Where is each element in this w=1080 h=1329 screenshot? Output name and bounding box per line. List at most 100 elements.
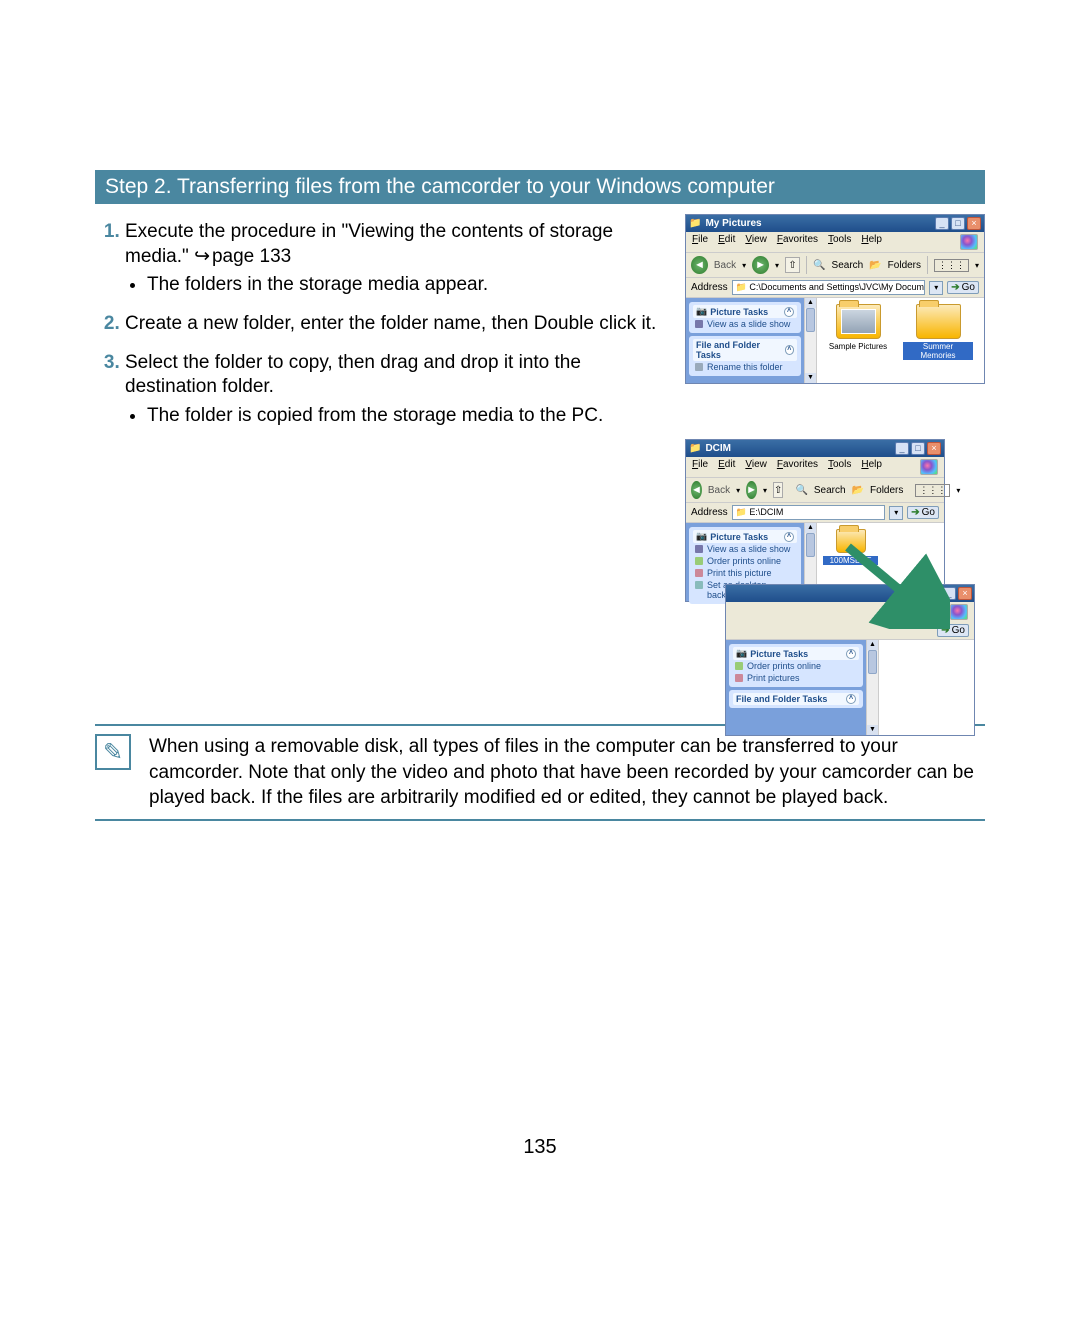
forward-button[interactable]: ► xyxy=(746,481,757,499)
back-label: Back xyxy=(708,485,730,496)
folder-icon: 📁 xyxy=(689,443,701,454)
menu-help[interactable]: Help xyxy=(861,234,882,250)
address-label: Address xyxy=(691,282,728,293)
menu-bar: File Edit View Favorites Tools Help xyxy=(686,232,984,252)
search-button[interactable]: Search xyxy=(814,485,846,496)
folders-icon xyxy=(852,485,864,496)
go-button[interactable]: ➔ Go xyxy=(907,506,939,519)
page-ref-link: page 133 xyxy=(194,246,291,267)
minimize-button[interactable]: _ xyxy=(935,217,949,230)
step-1-bullet-1: The folders in the storage media appear. xyxy=(147,273,665,298)
vertical-scrollbar[interactable]: ▲▼ xyxy=(867,640,879,735)
folder-icon: 📁 xyxy=(689,218,701,229)
window-title: DCIM xyxy=(705,443,891,454)
menu-edit[interactable]: Edit xyxy=(718,459,735,475)
address-dropdown[interactable]: ▾ xyxy=(889,506,903,520)
title-bar[interactable]: 📁 DCIM _ □ × xyxy=(686,440,944,457)
step-3-bullet-1: The folder is copied from the storage me… xyxy=(147,404,665,429)
note-box: ✎ When using a removable disk, all types… xyxy=(95,724,985,821)
file-folder-tasks-header[interactable]: File and Folder Tasks ˄ xyxy=(693,339,797,361)
go-arrow-icon: ➔ xyxy=(911,507,919,518)
collapse-icon[interactable]: ˄ xyxy=(785,345,794,355)
title-bar[interactable]: 📁 My Pictures _ □ × xyxy=(686,215,984,232)
menu-tools[interactable]: Tools xyxy=(828,459,851,475)
view-slideshow-link[interactable]: View as a slide show xyxy=(693,318,797,330)
file-folder-tasks-header[interactable]: File and Folder Tasks ˄ xyxy=(733,693,859,705)
search-icon xyxy=(795,485,807,496)
go-arrow-icon: ➔ xyxy=(951,282,959,293)
picture-tasks-header[interactable]: 📷Picture Tasks ˄ xyxy=(693,305,797,318)
menu-help[interactable]: Help xyxy=(861,459,882,475)
close-button[interactable]: × xyxy=(958,587,972,600)
toolbar: ◄ Back ▾ ► ▾ ⇧ Search Folders ⋮⋮⋮ ▾ xyxy=(686,477,944,503)
menu-favorites[interactable]: Favorites xyxy=(777,234,818,250)
address-bar: Address 📁 C:\Documents and Settings\JVC\… xyxy=(686,278,984,298)
menu-bar xyxy=(726,602,974,622)
rename-folder-link[interactable]: Rename this folder xyxy=(693,361,797,373)
print-picture-link[interactable]: Print this picture xyxy=(693,567,797,579)
up-button[interactable]: ⇧ xyxy=(785,257,800,273)
menu-view[interactable]: View xyxy=(745,459,767,475)
note-text: When using a removable disk, all types o… xyxy=(149,734,985,811)
step-3-text: Select the folder to copy, then drag and… xyxy=(125,352,581,398)
close-button[interactable]: × xyxy=(967,217,981,230)
folders-button[interactable]: Folders xyxy=(870,485,903,496)
picture-tasks-header[interactable]: 📷Picture Tasks ˄ xyxy=(693,530,797,543)
views-button[interactable]: ⋮⋮⋮ xyxy=(915,484,950,497)
folder-sample-pictures[interactable]: Sample Pictures xyxy=(823,304,893,377)
windows-logo-icon xyxy=(950,604,968,620)
close-button[interactable]: × xyxy=(927,442,941,455)
search-button[interactable]: Search xyxy=(832,260,864,271)
menu-bar: File Edit View Favorites Tools Help xyxy=(686,457,944,477)
up-button[interactable]: ⇧ xyxy=(773,482,783,498)
maximize-button[interactable]: □ xyxy=(911,442,925,455)
folder-content-area[interactable]: ▲▼ Sample Pictures Summer Memories xyxy=(804,298,984,383)
menu-view[interactable]: View xyxy=(745,234,767,250)
folders-button[interactable]: Folders xyxy=(888,260,921,271)
order-prints-link[interactable]: Order prints online xyxy=(693,555,797,567)
go-button[interactable]: ➔ Go xyxy=(947,281,979,294)
go-button[interactable]: ➔ Go xyxy=(937,624,969,637)
view-slideshow-link[interactable]: View as a slide show xyxy=(693,543,797,555)
title-bar[interactable]: _ × xyxy=(726,585,974,602)
picture-tasks-header[interactable]: 📷Picture Tasks ˄ xyxy=(733,647,859,660)
step-3: Select the folder to copy, then drag and… xyxy=(125,351,665,429)
vertical-scrollbar[interactable]: ▲▼ xyxy=(805,298,817,383)
minimize-button[interactable]: _ xyxy=(895,442,909,455)
menu-edit[interactable]: Edit xyxy=(718,234,735,250)
order-prints-link[interactable]: Order prints online xyxy=(733,660,859,672)
back-button[interactable]: ◄ xyxy=(691,256,708,274)
collapse-icon[interactable]: ˄ xyxy=(846,649,856,659)
back-button[interactable]: ◄ xyxy=(691,481,702,499)
print-pictures-link[interactable]: Print pictures xyxy=(733,672,859,684)
collapse-icon[interactable]: ˄ xyxy=(784,532,794,542)
drag-drop-illustration: 📁 DCIM _ □ × File Edit View Favorites xyxy=(685,439,985,669)
address-label: Address xyxy=(691,507,728,518)
views-button[interactable]: ⋮⋮⋮ xyxy=(934,259,969,272)
tasks-side-panel: 📷Picture Tasks ˄ Order prints online Pri… xyxy=(726,640,866,735)
address-dropdown[interactable]: ▾ xyxy=(929,281,943,295)
search-icon xyxy=(813,260,825,271)
menu-file[interactable]: File xyxy=(692,459,708,475)
folder-summer-memories[interactable]: Summer Memories xyxy=(903,304,973,377)
explorer-window-dcim: 📁 DCIM _ □ × File Edit View Favorites xyxy=(685,439,945,602)
forward-button[interactable]: ► xyxy=(752,256,769,274)
minimize-button[interactable]: _ xyxy=(942,587,956,600)
collapse-icon[interactable]: ˄ xyxy=(846,694,856,704)
step-2-text: Create a new folder, enter the folder na… xyxy=(125,313,656,334)
menu-tools[interactable]: Tools xyxy=(828,234,851,250)
folder-content-area[interactable]: ▲▼ xyxy=(866,640,974,735)
address-input[interactable]: 📁 E:\DCIM xyxy=(732,505,886,520)
folder-icon xyxy=(916,304,961,339)
toolbar: ◄ Back ▾ ► ▾ ⇧ Search Folders ⋮⋮⋮ ▾ xyxy=(686,252,984,278)
address-input[interactable]: 📁 C:\Documents and Settings\JVC\My Docum… xyxy=(732,280,926,295)
menu-file[interactable]: File xyxy=(692,234,708,250)
address-bar: Address 📁 E:\DCIM ▾ ➔ Go xyxy=(686,503,944,523)
maximize-button[interactable]: □ xyxy=(951,217,965,230)
folder-icon xyxy=(836,304,881,339)
address-bar: ➔ Go xyxy=(726,622,974,640)
windows-logo-icon xyxy=(960,234,978,250)
explorer-window-mypictures: 📁 My Pictures _ □ × File Edit View Favor… xyxy=(685,214,985,384)
collapse-icon[interactable]: ˄ xyxy=(784,307,794,317)
menu-favorites[interactable]: Favorites xyxy=(777,459,818,475)
